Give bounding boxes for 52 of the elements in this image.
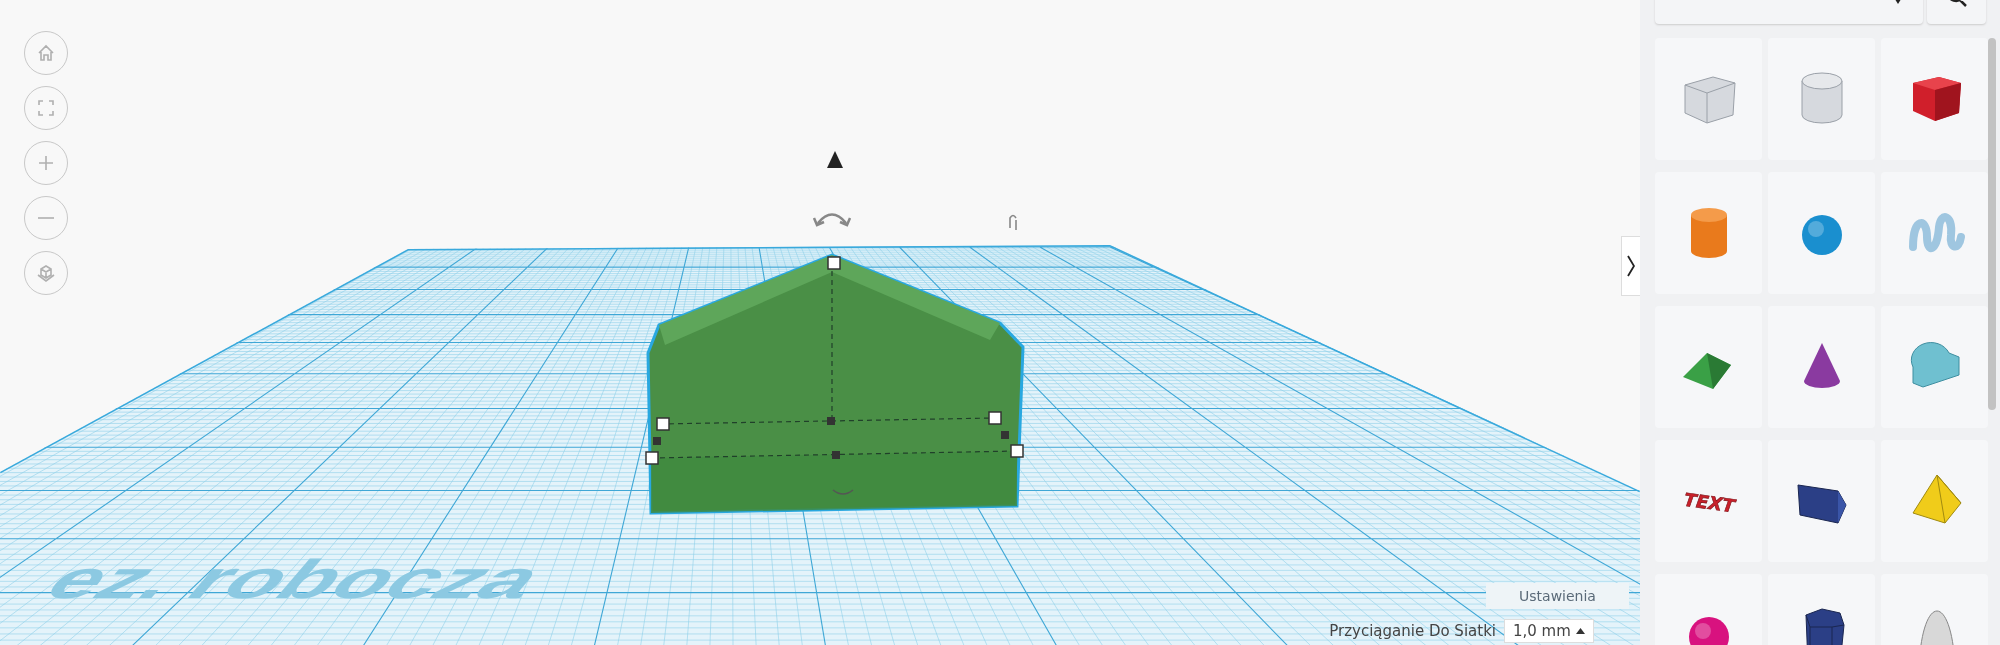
view-control-button[interactable]	[24, 251, 68, 295]
cone-icon	[1803, 343, 1840, 388]
shape-tile[interactable]	[1768, 306, 1875, 428]
rotate-arrow-icon[interactable]	[1009, 214, 1017, 231]
collapse-panel-button[interactable]	[1621, 236, 1640, 296]
wedge-icon	[1797, 484, 1846, 524]
resize-handle[interactable]	[645, 451, 659, 465]
rotate-arrow-icon[interactable]	[812, 213, 852, 227]
shape-tile[interactable]	[1881, 306, 1988, 428]
pyramid-icon	[1912, 474, 1961, 524]
box-icon	[1912, 77, 1961, 121]
caret-icon	[1576, 628, 1585, 634]
shape-tile[interactable]	[1655, 306, 1762, 428]
resize-handle[interactable]	[988, 411, 1002, 425]
resize-handle[interactable]	[1010, 444, 1024, 458]
half-cylinder-icon	[1910, 342, 1959, 388]
striped-cylinder-icon	[1801, 72, 1842, 124]
plus-icon	[36, 153, 56, 173]
shape-tile[interactable]	[1881, 440, 1988, 562]
house-shape[interactable]	[646, 253, 1025, 515]
shape-tile[interactable]	[1768, 38, 1875, 160]
fit-view-icon	[36, 98, 56, 118]
text-shape-label: TEXT	[1682, 488, 1736, 517]
shape-tile[interactable]	[1881, 38, 1988, 160]
view-control-button[interactable]	[24, 86, 68, 130]
sphere-icon	[1801, 215, 1842, 255]
cylinder-icon	[1690, 208, 1727, 258]
shape-tile[interactable]: TEXT	[1655, 440, 1762, 562]
shape-tile[interactable]	[1655, 38, 1762, 160]
lift-arrow-icon[interactable]	[827, 151, 843, 168]
hexagonal-prism-icon	[1805, 608, 1844, 645]
shape-tile[interactable]	[1768, 172, 1875, 294]
minus-icon	[36, 215, 56, 221]
snap-grid-label: Przyciąganie Do Siatki	[1329, 622, 1496, 640]
shape-tile[interactable]	[1768, 440, 1875, 562]
paraboloid-icon	[1918, 610, 1955, 645]
view-control-button[interactable]	[24, 31, 68, 75]
view-control-button[interactable]	[24, 196, 68, 240]
settings-button[interactable]: Ustawienia	[1486, 583, 1629, 609]
snap-grid-dropdown[interactable]: 1,0 mm	[1504, 619, 1594, 643]
chevron-icon	[1627, 255, 1635, 277]
shape-tile[interactable]	[1881, 172, 1988, 294]
striped-box-icon	[1684, 76, 1735, 124]
home-icon	[36, 43, 56, 63]
view-control-button[interactable]	[24, 141, 68, 185]
scrollbar-thumb[interactable]	[1988, 38, 1996, 410]
squiggle-icon	[1908, 213, 1965, 252]
resize-handle[interactable]	[656, 417, 670, 431]
roof-icon	[1682, 353, 1731, 389]
cube-icon	[36, 263, 56, 283]
shape-tile[interactable]	[1655, 172, 1762, 294]
resize-handle[interactable]	[827, 256, 841, 270]
